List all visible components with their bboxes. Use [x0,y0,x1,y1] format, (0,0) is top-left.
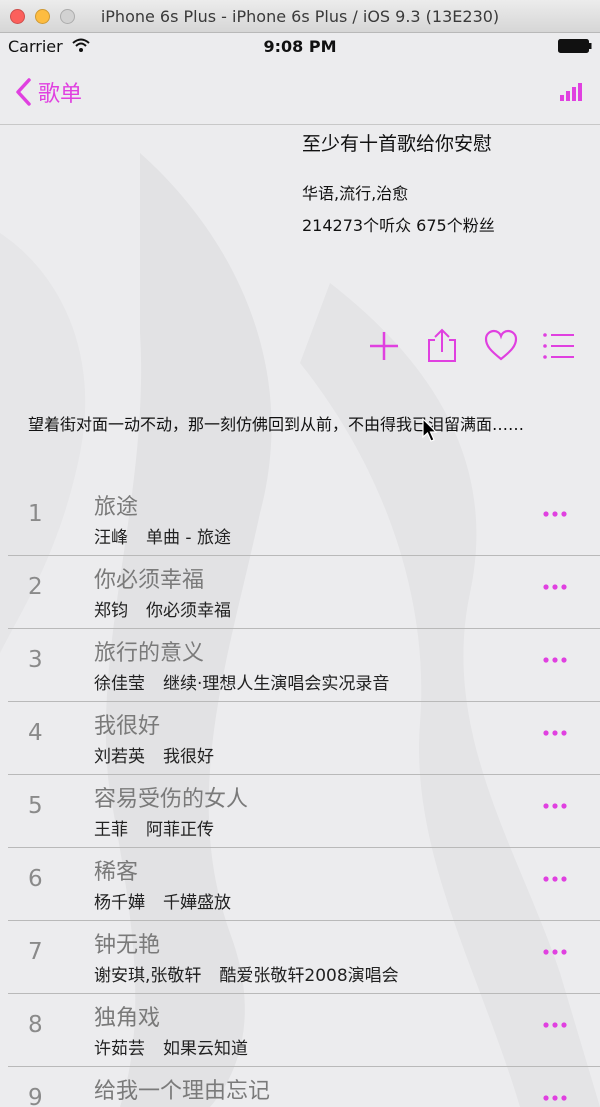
song-title: 旅行的意义 [94,641,205,666]
more-options-icon[interactable] [542,510,568,518]
more-options-icon[interactable] [542,802,568,810]
playlist-description: 望着街对面一动不动，那一刻仿佛回到从前，不由得我已泪留满面…… [28,415,525,434]
more-options-icon[interactable] [542,1021,568,1029]
back-button[interactable]: 歌单 [14,77,82,107]
song-title: 给我一个理由忘记 [94,1079,271,1104]
song-album: 你必须幸福 [146,601,231,621]
song-subtitle: 徐佳莹 继续·理想人生演唱会实况录音 [94,669,389,694]
song-index: 6 [28,866,43,892]
song-title: 我很好 [94,714,161,739]
song-title: 钟无艳 [94,933,161,958]
song-title: 容易受伤的女人 [94,787,249,812]
playlist-action-bar [0,328,600,368]
favorite-button[interactable] [483,328,519,364]
song-index: 1 [28,501,43,527]
song-subtitle: 刘若英 我很好 [94,742,214,767]
song-row[interactable]: 8 独角戏 许茹芸 如果云知道 [0,994,600,1067]
song-index: 5 [28,793,43,819]
song-subtitle: 杨千嬅 千嬅盛放 [94,888,231,913]
heart-icon [484,329,518,361]
playlist-stats: 214273个听众 675个粉丝 [302,216,495,235]
song-artist: 谢安琪,张敬轩 [94,966,202,986]
status-bar: Carrier 9:08 PM [0,33,600,59]
playlist-tags: 华语,流行,治愈 [302,184,409,203]
song-row[interactable]: 9 给我一个理由忘记 [0,1067,600,1107]
device-screen: Carrier 9:08 PM 歌单 至少有十首歌给你安慰 华语,流行,治愈 2… [0,33,600,1107]
add-button[interactable] [366,328,402,364]
more-options-icon[interactable] [542,948,568,956]
song-row[interactable]: 3 旅行的意义 徐佳莹 继续·理想人生演唱会实况录音 [0,629,600,702]
song-artist: 刘若英 [94,747,145,767]
song-row[interactable]: 4 我很好 刘若英 我很好 [0,702,600,775]
playlist-title: 至少有十首歌给你安慰 [302,133,493,155]
song-subtitle: 王菲 阿菲正传 [94,815,214,840]
song-index: 3 [28,647,43,673]
more-options-icon[interactable] [542,656,568,664]
song-index: 8 [28,1012,43,1038]
song-index: 2 [28,574,43,600]
song-album: 如果云知道 [163,1039,248,1059]
song-list: 1 旅途 汪峰 单曲 - 旅途 2 你必须幸福 郑钧 你必须幸福 3 旅行的意义 徐… [0,483,600,1107]
add-icon [370,332,398,360]
window-title: iPhone 6s Plus - iPhone 6s Plus / iOS 9.… [100,7,500,26]
song-subtitle: 许茹芸 如果云知道 [94,1034,248,1059]
share-icon [428,328,456,362]
status-time: 9:08 PM [263,37,337,56]
song-index: 7 [28,939,43,965]
playlist-header: 至少有十首歌给你安慰 华语,流行,治愈 214273个听众 675个粉丝 [302,129,495,236]
song-album: 阿菲正传 [146,820,214,840]
song-title: 旅途 [94,495,139,520]
song-index: 4 [28,720,43,746]
song-subtitle: 郑钧 你必须幸福 [94,596,231,621]
song-row[interactable]: 6 稀客 杨千嬅 千嬅盛放 [0,848,600,921]
more-options-icon[interactable] [542,1094,568,1102]
song-album: 继续·理想人生演唱会实况录音 [163,674,390,694]
song-title: 你必须幸福 [94,568,205,593]
back-label: 歌单 [38,82,83,107]
song-row[interactable]: 1 旅途 汪峰 单曲 - 旅途 [0,483,600,556]
song-album: 千嬅盛放 [163,893,231,913]
more-options-icon[interactable] [542,875,568,883]
now-playing-bars-icon[interactable] [560,83,584,101]
song-title: 独角戏 [94,1006,161,1031]
song-artist: 汪峰 [94,528,128,548]
song-artist: 徐佳莹 [94,674,145,694]
more-options-icon[interactable] [542,729,568,737]
navigation-bar: 歌单 [0,59,600,125]
song-row[interactable]: 2 你必须幸福 郑钧 你必须幸福 [0,556,600,629]
list-icon [543,333,574,359]
mouse-cursor-icon [422,418,438,442]
simulator-title-bar: iPhone 6s Plus - iPhone 6s Plus / iOS 9.… [0,0,600,33]
song-subtitle: 汪峰 单曲 - 旅途 [94,523,231,548]
song-artist: 杨千嬅 [94,893,145,913]
song-artist: 王菲 [94,820,128,840]
song-album: 我很好 [163,747,214,767]
song-title: 稀客 [94,860,139,885]
song-subtitle: 谢安琪,张敬轩 酷爱张敬轩2008演唱会 [94,961,399,986]
song-row[interactable]: 5 容易受伤的女人 王菲 阿菲正传 [0,775,600,848]
song-album: 酷爱张敬轩2008演唱会 [219,966,399,986]
chevron-left-icon [16,78,31,106]
song-album: 单曲 - 旅途 [146,528,231,548]
song-row[interactable]: 7 钟无艳 谢安琪,张敬轩 酷爱张敬轩2008演唱会 [0,921,600,994]
battery-icon [558,39,592,53]
more-options-icon[interactable] [542,583,568,591]
song-artist: 许茹芸 [94,1039,145,1059]
song-index: 9 [28,1085,43,1107]
share-button[interactable] [424,328,460,364]
list-button[interactable] [541,328,577,364]
song-artist: 郑钧 [94,601,128,621]
